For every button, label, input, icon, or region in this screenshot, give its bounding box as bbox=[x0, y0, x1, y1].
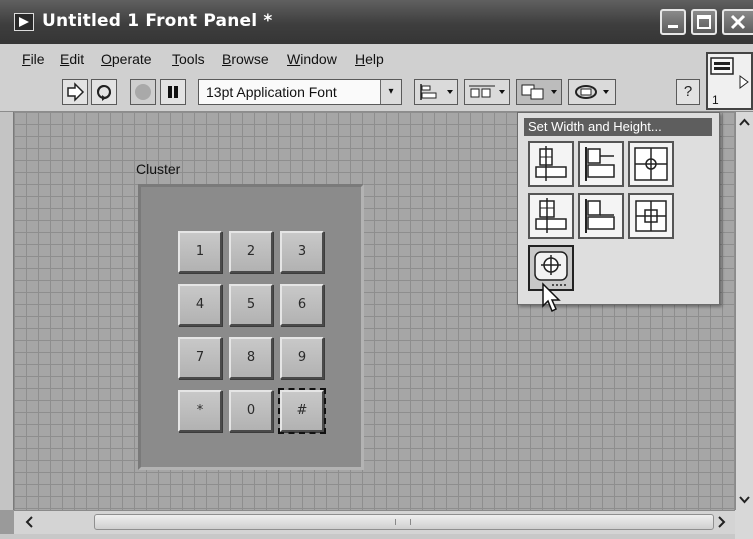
reorder-dropdown[interactable] bbox=[568, 79, 616, 105]
key-star[interactable]: * bbox=[178, 390, 222, 432]
menu-window-label: indow bbox=[300, 51, 337, 67]
close-button[interactable] bbox=[722, 9, 753, 35]
menu-tools-mnemonic: T bbox=[172, 51, 179, 67]
set-to-min-width-height-button[interactable] bbox=[528, 193, 574, 239]
min-height-icon bbox=[635, 200, 667, 232]
menu-browse[interactable]: Browse bbox=[222, 51, 269, 67]
abort-icon bbox=[135, 84, 151, 100]
font-dropdown-value: 13pt Application Font bbox=[206, 84, 337, 100]
resize-objects-dropdown[interactable] bbox=[516, 79, 562, 105]
set-to-min-height-button[interactable] bbox=[628, 193, 674, 239]
menu-operate-mnemonic: O bbox=[101, 51, 112, 67]
min-width-height-icon bbox=[535, 198, 567, 233]
menu-edit-label: dit bbox=[69, 51, 85, 67]
menu-help[interactable]: Help bbox=[355, 51, 384, 67]
set-to-max-width-button[interactable] bbox=[578, 141, 624, 187]
cluster-label: Cluster bbox=[136, 161, 181, 177]
align-objects-dropdown[interactable] bbox=[414, 79, 458, 105]
menu-edit-mnemonic: E bbox=[60, 51, 70, 67]
pointer-arrow-icon bbox=[542, 282, 561, 313]
distribute-objects-icon bbox=[469, 85, 505, 98]
help-button[interactable]: ? bbox=[676, 79, 700, 105]
key-5[interactable]: 5 bbox=[229, 284, 273, 326]
menu-file-mnemonic: F bbox=[22, 51, 31, 67]
menu-window-mnemonic: W bbox=[287, 51, 301, 67]
set-to-max-height-button[interactable] bbox=[628, 141, 674, 187]
vertical-scrollbar[interactable] bbox=[735, 112, 753, 510]
key-9[interactable]: 9 bbox=[280, 337, 324, 379]
reorder-icon bbox=[575, 85, 609, 99]
run-button[interactable] bbox=[62, 79, 88, 105]
distribute-objects-dropdown[interactable] bbox=[464, 79, 510, 105]
key-0[interactable]: 0 bbox=[229, 390, 273, 432]
set-to-min-width-button[interactable] bbox=[578, 193, 624, 239]
maximize-icon bbox=[697, 15, 711, 29]
menu-browse-label: rowse bbox=[231, 51, 269, 67]
abort-button[interactable] bbox=[130, 79, 156, 105]
menu-file[interactable]: File bbox=[22, 51, 45, 67]
key-1[interactable]: 1 bbox=[178, 231, 222, 273]
menu-help-label: elp bbox=[365, 51, 384, 67]
resize-objects-icon bbox=[521, 84, 557, 100]
menu-help-mnemonic: H bbox=[355, 51, 366, 67]
menu-operate[interactable]: Operate bbox=[101, 51, 152, 67]
cluster-container[interactable]: 1 2 3 4 5 6 7 8 9 * 0 # bbox=[138, 184, 364, 470]
run-arrow-icon bbox=[67, 82, 85, 102]
key-4[interactable]: 4 bbox=[178, 284, 222, 326]
scroll-left-icon[interactable] bbox=[20, 513, 40, 531]
pause-button[interactable] bbox=[160, 79, 186, 105]
run-continuously-button[interactable] bbox=[91, 79, 117, 105]
title-bar[interactable]: Untitled 1 Front Panel * bbox=[0, 0, 753, 44]
scrollbar-corner bbox=[735, 510, 753, 539]
resize-objects-palette: Set Width and Height... bbox=[517, 112, 720, 305]
font-dropdown[interactable]: 13pt Application Font ▾ bbox=[198, 79, 402, 105]
window-bottom-edge bbox=[0, 534, 735, 539]
max-width-height-icon bbox=[535, 146, 567, 181]
horizontal-scroll-thumb[interactable] bbox=[94, 514, 714, 530]
palette-title: Set Width and Height... bbox=[524, 118, 712, 136]
scroll-right-icon[interactable] bbox=[711, 513, 731, 531]
scroll-down-icon[interactable] bbox=[736, 490, 753, 508]
key-7[interactable]: 7 bbox=[178, 337, 222, 379]
menu-tools[interactable]: Tools bbox=[172, 51, 205, 67]
max-width-icon bbox=[585, 147, 615, 181]
key-3[interactable]: 3 bbox=[280, 231, 324, 273]
set-to-max-width-height-button[interactable] bbox=[528, 141, 574, 187]
connector-pane[interactable]: 1 bbox=[706, 52, 753, 110]
window-title: Untitled 1 Front Panel * bbox=[42, 11, 273, 31]
scroll-up-icon[interactable] bbox=[736, 114, 753, 132]
panel-left-border bbox=[0, 112, 14, 510]
menu-tools-label: ools bbox=[179, 51, 205, 67]
menu-edit[interactable]: Edit bbox=[60, 51, 84, 67]
menu-file-label: ile bbox=[30, 51, 45, 67]
front-panel-icon bbox=[14, 13, 34, 31]
close-icon bbox=[730, 14, 746, 30]
align-objects-icon bbox=[420, 84, 453, 100]
connector-number: 1 bbox=[712, 93, 719, 107]
chevron-down-icon: ▾ bbox=[380, 80, 401, 104]
min-width-icon bbox=[585, 199, 615, 233]
minimize-icon bbox=[668, 25, 678, 28]
menu-operate-label: perate bbox=[111, 51, 152, 67]
run-continuously-icon bbox=[97, 85, 111, 101]
key-2[interactable]: 2 bbox=[229, 231, 273, 273]
max-height-icon bbox=[634, 147, 668, 181]
mouse-cursor bbox=[541, 282, 563, 319]
key-6[interactable]: 6 bbox=[280, 284, 324, 326]
menu-window[interactable]: Window bbox=[287, 51, 337, 67]
minimize-button[interactable] bbox=[660, 9, 686, 35]
maximize-button[interactable] bbox=[691, 9, 717, 35]
front-panel-window: Untitled 1 Front Panel * File Edit Opera… bbox=[0, 0, 753, 539]
key-hash[interactable]: # bbox=[278, 388, 326, 434]
pause-icon bbox=[168, 86, 178, 98]
menu-bar: File Edit Operate Tools Browse Window He… bbox=[0, 44, 753, 74]
toolbar: 13pt Application Font ▾ ? bbox=[0, 74, 753, 112]
scroll-grip bbox=[395, 519, 411, 525]
key-8[interactable]: 8 bbox=[229, 337, 273, 379]
menu-browse-mnemonic: B bbox=[222, 51, 232, 67]
connector-pane-icon bbox=[710, 57, 749, 89]
horizontal-scrollbar[interactable] bbox=[14, 510, 735, 534]
